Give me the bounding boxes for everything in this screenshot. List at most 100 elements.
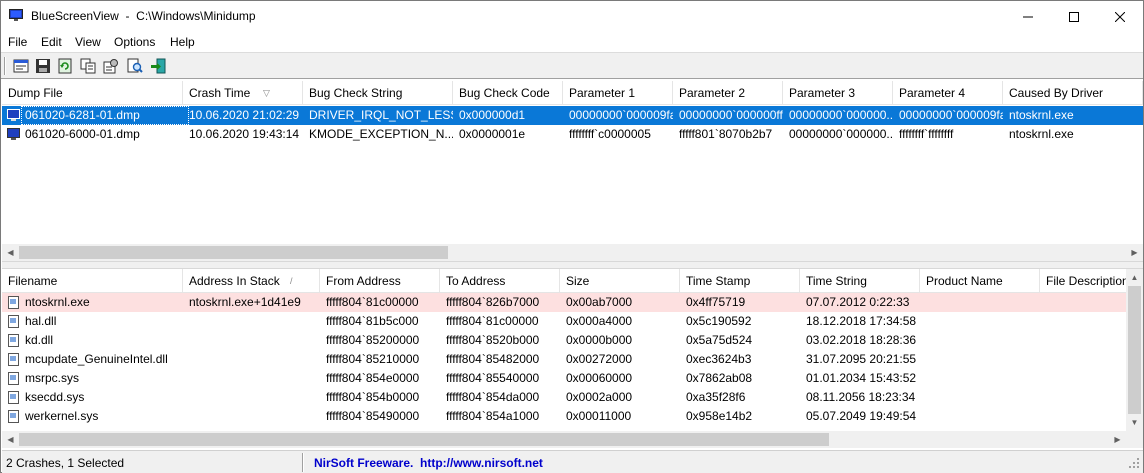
crash-row[interactable]: 061020-6000-01.dmp 10.06.2020 19:43:14 K… — [2, 125, 1143, 144]
col-parameter-4[interactable]: Parameter 4 — [893, 81, 1003, 105]
cell-dump-file: 061020-6000-01.dmp — [25, 127, 140, 141]
scroll-thumb[interactable] — [1128, 286, 1141, 414]
advanced-options-button[interactable] — [102, 57, 120, 75]
cell-bug-check-string: KMODE_EXCEPTION_N... — [309, 127, 453, 141]
scroll-up-icon[interactable]: ▲ — [1126, 269, 1143, 286]
col-bug-check-string[interactable]: Bug Check String — [303, 81, 453, 105]
col-parameter-2[interactable]: Parameter 2 — [673, 81, 783, 105]
driver-row[interactable]: kd.dll fffff804`85200000 fffff804`8520b0… — [2, 331, 1126, 350]
col-bug-check-code[interactable]: Bug Check Code — [453, 81, 563, 105]
col-caused-by-driver[interactable]: Caused By Driver — [1003, 81, 1143, 105]
menu-view[interactable]: View — [75, 35, 101, 49]
properties-button[interactable] — [12, 57, 30, 75]
cell-from-address: fffff804`81b5c000 — [326, 314, 419, 328]
maximize-button[interactable] — [1051, 1, 1097, 32]
col-parameter-1[interactable]: Parameter 1 — [563, 81, 673, 105]
cell-dump-file: 061020-6281-01.dmp — [25, 108, 140, 122]
cell-from-address: fffff804`854e0000 — [326, 371, 420, 385]
nirsoft-link[interactable]: NirSoft Freeware. http://www.nirsoft.net — [314, 456, 543, 470]
col-dump-file[interactable]: Dump File — [2, 81, 183, 105]
cell-product-name — [920, 388, 1040, 407]
menu-options[interactable]: Options — [114, 35, 155, 49]
col-address-in-stack[interactable]: Address In Stack — [183, 269, 320, 293]
cell-bug-check-string: DRIVER_IRQL_NOT_LESS... — [309, 108, 453, 122]
status-summary: 2 Crashes, 1 Selected — [6, 456, 125, 470]
cell-file-description — [1040, 331, 1126, 350]
driver-row[interactable]: msrpc.sys fffff804`854e0000 fffff804`855… — [2, 369, 1126, 388]
title-bar[interactable]: BlueScreenView - C:\Windows\Minidump — [1, 1, 1143, 32]
cell-to-address: fffff804`81c00000 — [446, 314, 539, 328]
cell-to-address: fffff804`826b7000 — [446, 295, 540, 309]
scroll-right-icon[interactable]: ▶ — [1109, 431, 1126, 448]
driver-row[interactable]: ksecdd.sys fffff804`854b0000 fffff804`85… — [2, 388, 1126, 407]
cell-time-string: 01.01.2034 15:43:52 — [806, 371, 917, 385]
crash-list[interactable]: Dump File Crash Time ▽ Bug Check String … — [2, 81, 1143, 244]
col-parameter-3[interactable]: Parameter 3 — [783, 81, 893, 105]
cell-address-in-stack — [183, 331, 320, 350]
find-button[interactable] — [126, 57, 144, 75]
driver-list-hscrollbar[interactable]: ◀ ▶ — [2, 431, 1126, 448]
cell-parameter-1: 00000000`000009fa — [569, 108, 673, 122]
close-button[interactable] — [1097, 1, 1143, 32]
cell-to-address: fffff804`854da000 — [446, 390, 540, 404]
window-title: BlueScreenView - C:\Windows\Minidump — [31, 9, 256, 23]
scroll-left-icon[interactable]: ◀ — [2, 244, 19, 261]
pane-splitter[interactable] — [2, 261, 1143, 269]
driver-list-header: Filename Address In Stack / From Address… — [2, 269, 1126, 293]
cell-address-in-stack — [183, 350, 320, 369]
scrollbar-corner — [1126, 431, 1143, 448]
cell-time-stamp: 0x5c190592 — [686, 314, 752, 328]
cell-time-stamp: 0x5a75d524 — [686, 333, 753, 347]
col-crash-time[interactable]: Crash Time — [183, 81, 303, 105]
properties-icon — [13, 59, 29, 73]
scroll-down-icon[interactable]: ▼ — [1126, 414, 1143, 431]
copy-icon — [80, 58, 96, 74]
copy-button[interactable] — [79, 57, 97, 75]
crash-list-hscrollbar[interactable]: ◀ ▶ — [2, 244, 1143, 261]
scroll-right-icon[interactable]: ▶ — [1126, 244, 1143, 261]
col-filename[interactable]: Filename — [2, 269, 183, 293]
cell-parameter-2: fffff801`8070b2b7 — [679, 127, 773, 141]
col-time-stamp[interactable]: Time Stamp — [680, 269, 800, 293]
save-icon — [36, 59, 50, 73]
cell-time-stamp: 0x958e14b2 — [686, 409, 753, 423]
crash-row[interactable]: 061020-6281-01.dmp 10.06.2020 21:02:29 D… — [2, 106, 1143, 125]
exit-button[interactable] — [149, 57, 167, 75]
cell-filename: mcupdate_GenuineIntel.dll — [25, 352, 168, 366]
cell-filename: msrpc.sys — [25, 371, 79, 385]
col-size[interactable]: Size — [560, 269, 680, 293]
scroll-thumb[interactable] — [19, 246, 448, 259]
cell-size: 0x00272000 — [566, 352, 633, 366]
cell-filename: werkernel.sys — [25, 409, 99, 423]
driver-row[interactable]: mcupdate_GenuineIntel.dll fffff804`85210… — [2, 350, 1126, 369]
sort-indicator-icon: / — [290, 276, 293, 286]
cell-bug-check-code: 0x000000d1 — [459, 108, 526, 122]
minimize-button[interactable] — [1005, 1, 1051, 32]
save-button[interactable] — [34, 57, 52, 75]
cell-parameter-2: 00000000`000000ff — [679, 108, 783, 122]
cell-time-string: 05.07.2049 19:49:54 — [806, 409, 917, 423]
driver-row[interactable]: ntoskrnl.exe ntoskrnl.exe+1d41e9 fffff80… — [2, 293, 1126, 312]
driver-list[interactable]: Filename Address In Stack / From Address… — [2, 269, 1126, 431]
toolbar — [1, 52, 1143, 79]
resize-grip-icon[interactable] — [1128, 457, 1140, 469]
minimize-icon — [1023, 16, 1033, 17]
cell-file-description — [1040, 369, 1126, 388]
cell-to-address: fffff804`854a1000 — [446, 409, 540, 423]
sort-descending-icon: ▽ — [263, 88, 270, 98]
col-time-string[interactable]: Time String — [800, 269, 920, 293]
menu-edit[interactable]: Edit — [41, 35, 62, 49]
menu-file[interactable]: File — [8, 35, 27, 49]
col-product-name[interactable]: Product Name — [920, 269, 1040, 293]
menu-help[interactable]: Help — [170, 35, 195, 49]
driver-row[interactable]: werkernel.sys fffff804`85490000 fffff804… — [2, 407, 1126, 426]
driver-list-vscrollbar[interactable]: ▲ ▼ — [1126, 269, 1143, 431]
col-file-description[interactable]: File Description — [1040, 269, 1126, 293]
col-from-address[interactable]: From Address — [320, 269, 440, 293]
scroll-left-icon[interactable]: ◀ — [2, 431, 19, 448]
cell-from-address: fffff804`85490000 — [326, 409, 420, 423]
refresh-button[interactable] — [56, 57, 74, 75]
scroll-thumb[interactable] — [19, 433, 829, 446]
driver-row[interactable]: hal.dll fffff804`81b5c000 fffff804`81c00… — [2, 312, 1126, 331]
col-to-address[interactable]: To Address — [440, 269, 560, 293]
